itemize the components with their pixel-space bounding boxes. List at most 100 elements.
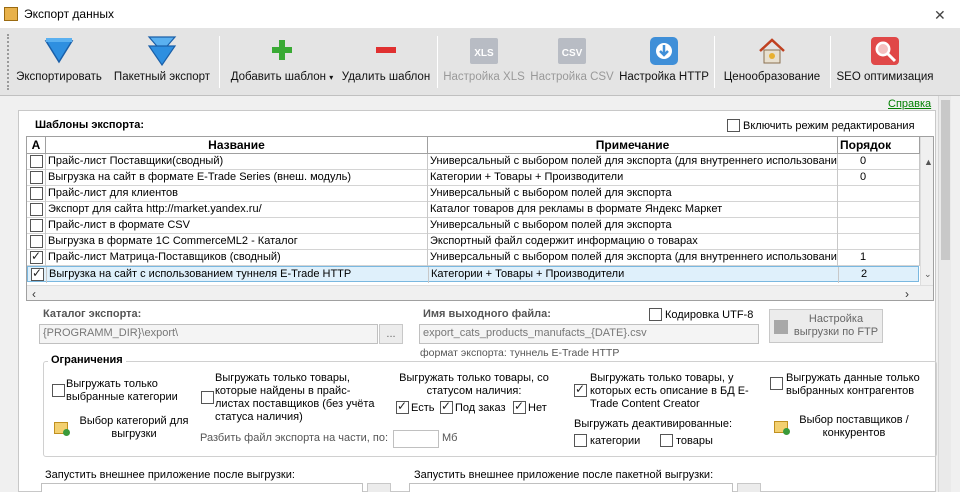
row-name-cell[interactable]: Выгрузка на сайт с использованием туннел… — [47, 267, 429, 283]
help-link[interactable]: Справка — [888, 98, 931, 110]
scroll-left-icon[interactable]: ‹ — [32, 287, 36, 300]
row-name-cell[interactable]: Прайс-лист в формате CSV — [46, 218, 428, 234]
row-checkbox-cell[interactable] — [27, 186, 46, 202]
edit-mode-checkbox[interactable] — [727, 119, 740, 132]
only-found-in-price-checkbox[interactable] — [201, 391, 214, 404]
toolbar-grip[interactable] — [7, 34, 10, 90]
select-categories-link[interactable]: Выбор категорий для выгрузки — [74, 415, 194, 441]
table-horizontal-scrollbar[interactable]: ‹ › — [27, 285, 933, 300]
seo-button[interactable]: SEO оптимизация — [834, 32, 936, 88]
run-after-batch-browse-button[interactable] — [737, 483, 761, 492]
row-checkbox-cell[interactable] — [28, 267, 47, 283]
row-name-cell[interactable]: Прайс-лист Матрица-Поставщиков (сводный) — [46, 250, 428, 266]
run-after-export-input[interactable] — [41, 483, 363, 492]
xls-settings-button[interactable]: XLS Настройка XLS — [442, 32, 526, 88]
row-note-cell[interactable]: Категории + Товары + Производители — [428, 170, 838, 186]
row-name-cell[interactable]: Прайс-лист для клиентов — [46, 186, 428, 202]
table-row[interactable]: Экспорт для сайта http://market.yandex.r… — [27, 202, 920, 218]
row-order-cell[interactable]: 1 — [838, 250, 920, 266]
column-header-order[interactable]: Порядок — [838, 137, 920, 154]
table-row[interactable]: Прайс-лист в формате CSV Универсальный с … — [27, 218, 920, 234]
status-none-checkbox[interactable] — [513, 399, 526, 414]
scrollbar-track[interactable] — [924, 157, 932, 275]
row-order-cell[interactable] — [838, 234, 920, 250]
row-order-cell[interactable]: 0 — [838, 154, 920, 170]
run-after-export-browse-button[interactable] — [367, 483, 391, 492]
column-header-note[interactable]: Примечание — [428, 137, 838, 154]
run-after-batch-input[interactable] — [409, 483, 733, 492]
with-description-checkbox[interactable] — [574, 382, 587, 397]
row-checkbox[interactable] — [30, 235, 43, 248]
column-header-a[interactable]: A — [27, 137, 46, 154]
run-after-batch-label: Запустить внешнее приложение после пакет… — [414, 469, 714, 481]
csv-settings-button[interactable]: CSV Настройка CSV — [530, 32, 614, 88]
row-checkbox-cell[interactable] — [27, 202, 46, 218]
ftp-settings-button[interactable]: Настройка выгрузки по FTP — [769, 309, 883, 343]
row-checkbox[interactable] — [30, 219, 43, 232]
row-name-cell[interactable]: Выгрузка в формате 1C CommerceML2 - Ката… — [46, 234, 428, 250]
deactivated-products-checkbox[interactable] — [660, 434, 673, 447]
row-checkbox-cell[interactable] — [27, 170, 46, 186]
output-file-input[interactable]: export_cats_products_manufacts_{DATE}.cs… — [419, 324, 759, 344]
row-order-cell[interactable] — [838, 186, 920, 202]
row-note-cell[interactable]: Экспортный файл содержит информацию о то… — [428, 234, 838, 250]
row-order-cell[interactable] — [838, 202, 920, 218]
add-template-button-label: Добавить шаблон ▾ — [230, 71, 334, 83]
table-row[interactable]: Прайс-лист Матрица-Поставщиков (сводный)… — [27, 250, 920, 266]
split-file-size-input[interactable] — [393, 430, 439, 448]
table-row[interactable]: Выгрузка на сайт в формате E-Trade Serie… — [27, 170, 920, 186]
column-header-name[interactable]: Название — [46, 137, 428, 154]
plus-icon — [272, 40, 292, 60]
row-checkbox-cell[interactable] — [27, 250, 46, 266]
table-row[interactable]: Выгрузка на сайт с использованием туннел… — [27, 266, 921, 283]
edit-mode-label: Включить режим редактирования — [743, 120, 915, 132]
pricing-button[interactable]: Ценообразование — [718, 32, 826, 88]
browse-button[interactable]: ... — [379, 324, 403, 344]
row-note-cell[interactable]: Каталог товаров для рекламы в формате Ян… — [428, 202, 838, 218]
row-note-cell[interactable]: Универсальный с выбором полей для экспор… — [428, 154, 838, 170]
row-order-cell[interactable]: 2 — [839, 267, 921, 283]
utf8-checkbox[interactable] — [649, 308, 662, 321]
row-checkbox[interactable] — [30, 250, 43, 264]
scroll-down-icon[interactable]: ⌄ — [924, 269, 932, 280]
add-template-button[interactable]: Добавить шаблон ▾ — [226, 32, 338, 88]
export-button[interactable]: Экспортировать — [12, 32, 106, 88]
only-selected-contractors-checkbox[interactable] — [770, 377, 783, 390]
table-vertical-scrollbar[interactable]: ▲ ⌄ — [920, 137, 933, 285]
row-checkbox-cell[interactable] — [27, 234, 46, 250]
table-row[interactable]: Прайс-лист для клиентов Универсальный с в… — [27, 186, 920, 202]
status-on-order-checkbox[interactable] — [440, 399, 453, 414]
scrollbar-thumb[interactable] — [941, 100, 950, 260]
status-in-stock-checkbox[interactable] — [396, 399, 409, 414]
scroll-right-icon[interactable]: › — [905, 287, 909, 300]
row-name-cell[interactable]: Экспорт для сайта http://market.yandex.r… — [46, 202, 428, 218]
row-note-cell[interactable]: Категории + Товары + Производители — [429, 267, 839, 283]
delete-template-button[interactable]: Удалить шаблон — [340, 32, 432, 88]
row-checkbox-cell[interactable] — [27, 154, 46, 170]
row-order-cell[interactable] — [838, 218, 920, 234]
row-checkbox[interactable] — [30, 203, 43, 216]
main-panel: Шаблоны экспорта: Включить режим редакти… — [18, 110, 937, 492]
row-order-cell[interactable]: 0 — [838, 170, 920, 186]
row-checkbox[interactable] — [31, 267, 44, 281]
only-selected-categories-checkbox[interactable] — [52, 384, 65, 397]
row-note-cell[interactable]: Универсальный с выбором полей для экспор… — [428, 250, 838, 266]
http-settings-button[interactable]: Настройка HTTP — [618, 32, 710, 88]
row-name-cell[interactable]: Выгрузка на сайт в формате E-Trade Serie… — [46, 170, 428, 186]
row-checkbox[interactable] — [30, 187, 43, 200]
row-note-cell[interactable]: Универсальный с выбором полей для экспор… — [428, 186, 838, 202]
row-checkbox[interactable] — [30, 171, 43, 184]
row-checkbox-cell[interactable] — [27, 218, 46, 234]
window-scrollbar[interactable] — [938, 96, 951, 492]
row-checkbox[interactable] — [30, 155, 43, 168]
batch-export-button[interactable]: Пакетный экспорт — [110, 32, 214, 88]
export-dir-input[interactable]: {PROGRAMM_DIR}\export\ — [39, 324, 378, 344]
row-note-cell[interactable]: Универсальный с выбором полей для экспор… — [428, 218, 838, 234]
select-suppliers-link[interactable]: Выбор поставщиков / конкурентов — [794, 414, 914, 440]
row-name-cell[interactable]: Прайс-лист Поставщики(сводный) — [46, 154, 428, 170]
close-icon[interactable]: ✕ — [934, 7, 946, 24]
table-row[interactable]: Прайс-лист Поставщики(сводный) Универсаль… — [27, 154, 920, 170]
table-row[interactable]: Выгрузка в формате 1C CommerceML2 - Ката… — [27, 234, 920, 250]
deactivated-categories-checkbox[interactable] — [574, 434, 587, 447]
window-title: Экспорт данных — [24, 7, 114, 21]
